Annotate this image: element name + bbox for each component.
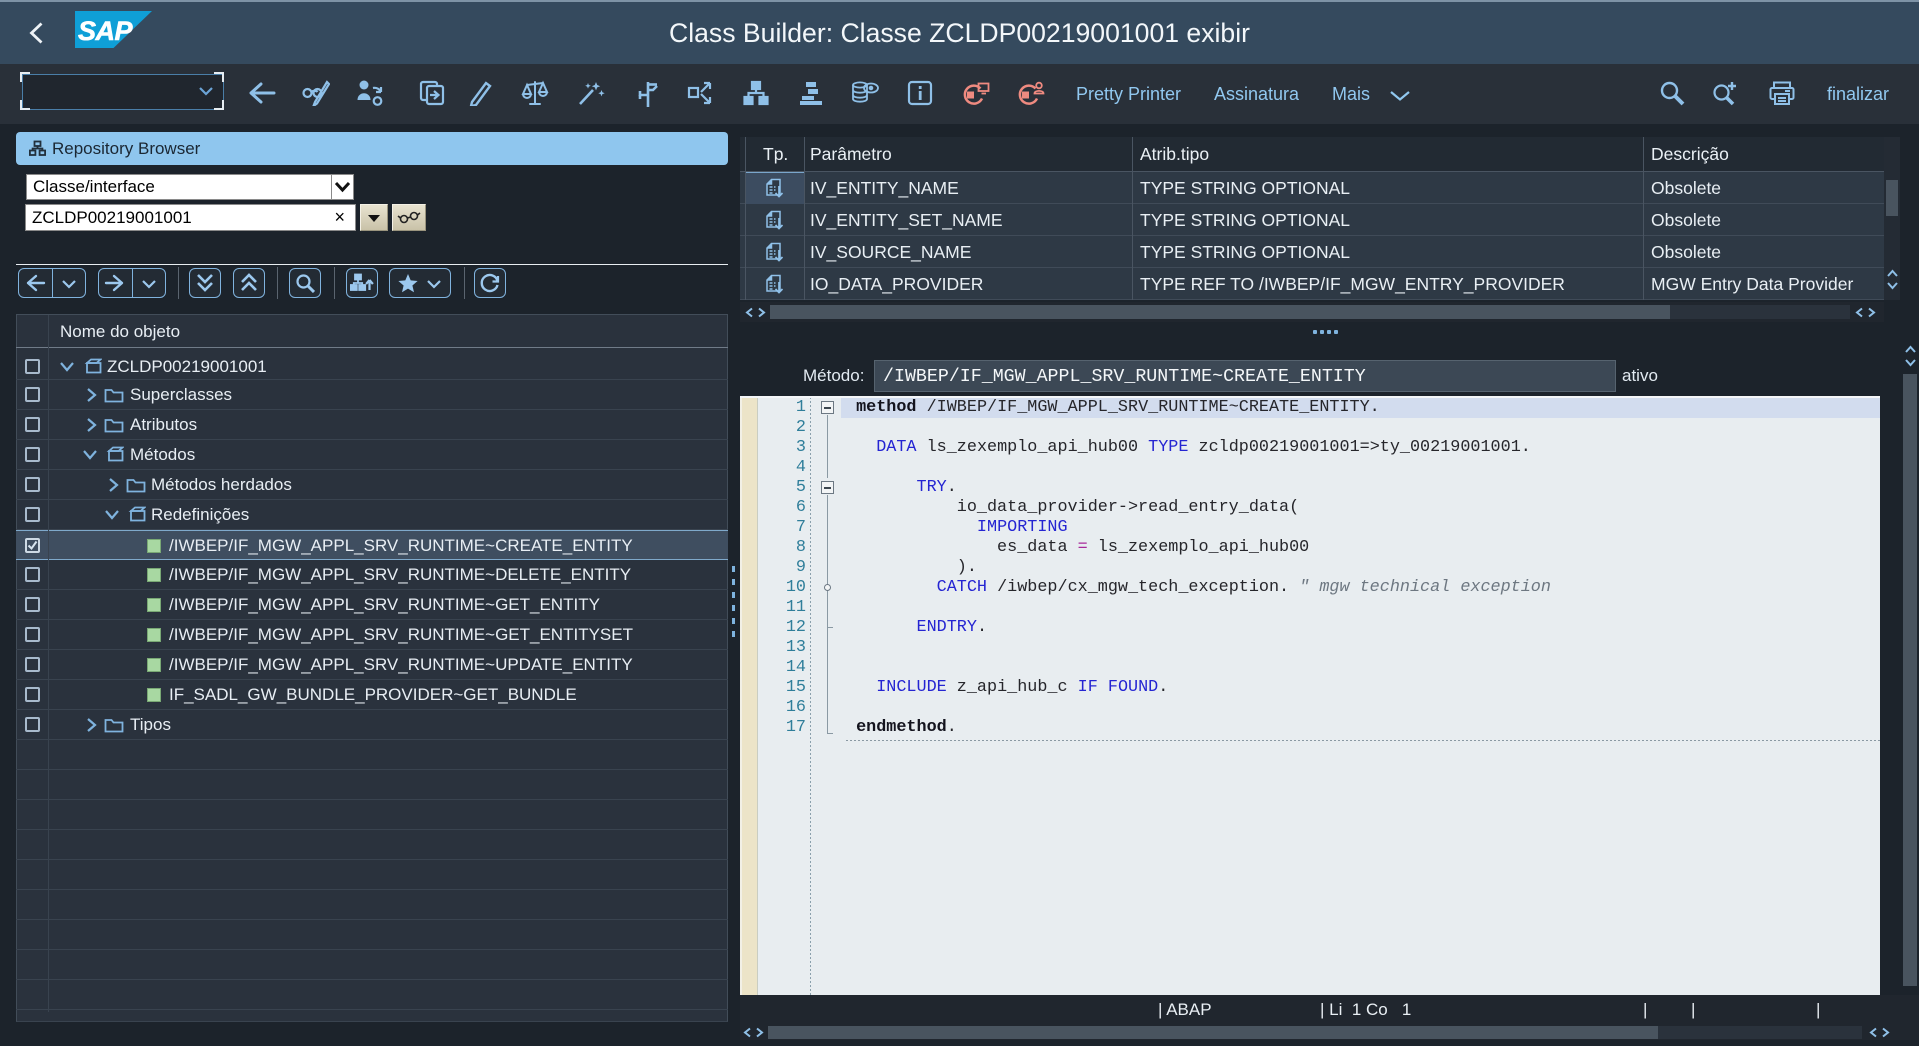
svg-text:SAP: SAP — [78, 16, 134, 46]
